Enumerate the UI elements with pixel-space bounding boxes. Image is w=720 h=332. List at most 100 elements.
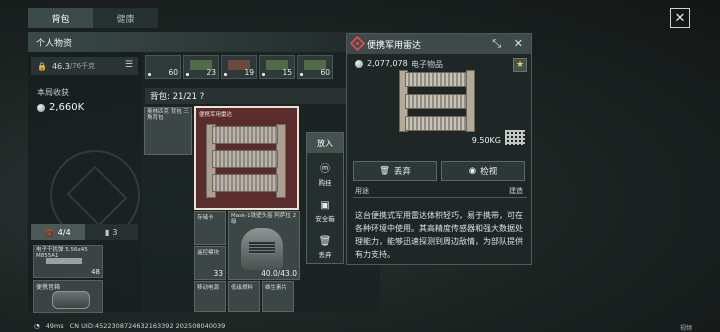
ammo-slot-row: 60 23 19 15 60 bbox=[145, 55, 333, 79]
close-icon[interactable]: ✕ bbox=[514, 37, 523, 50]
action-discard-label: 丢弃 bbox=[318, 250, 332, 259]
status-bar: ◔ 49ms CN UID:4522308724632163392 202508… bbox=[34, 322, 225, 330]
income-amount: 2,660K bbox=[49, 102, 85, 113]
ammo-slot-count: 23 bbox=[206, 68, 216, 77]
ammo-slot[interactable]: 19 bbox=[221, 55, 257, 79]
wifi-icon: ◔ bbox=[34, 322, 40, 330]
equip-slot-speaker-label: 便携音箱 bbox=[36, 284, 61, 291]
hang-icon: ⓜ bbox=[320, 163, 330, 175]
detail-description: 这台便携式军用雷达体积轻巧，易于携带，可在各种环境中使用。其高精度传感器和强大数… bbox=[355, 211, 523, 259]
helmet-visor bbox=[249, 242, 275, 254]
item-fuel[interactable]: 低级燃料 bbox=[228, 281, 260, 312]
collapse-icon[interactable]: ⤡ bbox=[492, 37, 501, 51]
favorite-star-icon[interactable]: ★ bbox=[513, 58, 527, 72]
action-safebox-label: 安全箱 bbox=[315, 214, 335, 223]
ping-value: 49ms bbox=[45, 322, 64, 330]
backpack-title: 背包: 21/21 ? bbox=[145, 88, 377, 104]
usage-label: 用途 bbox=[355, 187, 369, 195]
equip-slot-speaker[interactable]: 便携音箱 bbox=[33, 280, 103, 313]
item-helmet[interactable]: Mask-1铁壁头盔 阿萨拉 2级 40.0/43.0 bbox=[228, 211, 300, 280]
item-remote-module-count: 33 bbox=[213, 269, 223, 278]
slot-dot bbox=[148, 73, 151, 76]
inspect-button[interactable]: ◉ 检视 bbox=[441, 161, 525, 181]
item-vitamins[interactable]: 维生素片 bbox=[262, 281, 294, 312]
detail-header: 便携军用雷达 ⤡ ✕ bbox=[347, 34, 531, 54]
inspect-button-label: 检视 bbox=[480, 167, 498, 177]
ammo-slot[interactable]: 60 bbox=[145, 55, 181, 79]
size-grid-icon bbox=[505, 130, 525, 145]
tab-backpack[interactable]: 背包 bbox=[28, 8, 93, 28]
item-detail-panel: 便携军用雷达 ⤡ ✕ 2,077,078 电子物品 ★ 9.50KG 🗑 丢弃 … bbox=[346, 33, 532, 265]
item-power-bank[interactable]: 移动电源 bbox=[194, 281, 226, 312]
uid-text: CN UID:4522308724632163392 202508040039 bbox=[69, 322, 226, 330]
ammo-slot[interactable]: 15 bbox=[259, 55, 295, 79]
detail-price: 2,077,078 bbox=[355, 59, 408, 68]
weight-row: 🔒 46.3/76千克 ☰ bbox=[31, 57, 138, 75]
detail-title: 便携军用雷达 bbox=[367, 40, 422, 51]
trash-icon: 🗑 bbox=[379, 166, 390, 176]
item-helmet-label: Mask-1铁壁头盔 阿萨拉 2级 bbox=[231, 213, 297, 225]
usage-value: 建造 bbox=[509, 187, 523, 195]
action-menu-header[interactable]: 放入 bbox=[307, 133, 343, 153]
detail-price-value: 2,077,078 bbox=[367, 59, 408, 68]
close-icon: ✕ bbox=[674, 10, 686, 26]
ammo-slot-count: 60 bbox=[320, 68, 330, 77]
personal-header: 个人物资 bbox=[28, 32, 380, 52]
radar-image bbox=[206, 122, 286, 200]
equip-tab-vest[interactable]: ▮ 3 bbox=[84, 224, 138, 240]
item-remote-module-label: 遥控模块 bbox=[197, 250, 220, 256]
item-power-bank-label: 移动电源 bbox=[197, 285, 220, 291]
equip-slot-ammo[interactable]: 电子干扰弹 5.56x45 M855A1 48 bbox=[33, 245, 103, 278]
ammo-slot-count: 19 bbox=[244, 68, 254, 77]
discard-button-label: 丢弃 bbox=[393, 167, 411, 177]
item-memory-card[interactable]: 存储卡 bbox=[194, 211, 226, 245]
coin-icon bbox=[355, 59, 363, 68]
detail-weight: 9.50KG bbox=[471, 136, 501, 145]
close-button[interactable]: ✕ bbox=[670, 8, 690, 28]
discard-button[interactable]: 🗑 丢弃 bbox=[353, 161, 437, 181]
weight-unit: /76千克 bbox=[69, 62, 96, 70]
item-memory-card-label: 存储卡 bbox=[197, 215, 214, 221]
coin-icon bbox=[37, 103, 45, 112]
briefcase-icon: 💼 bbox=[44, 227, 55, 237]
ammo-slot[interactable]: 23 bbox=[183, 55, 219, 79]
rarity-diamond-icon bbox=[349, 35, 366, 52]
item-portable-radar-label: 便携军用雷达 bbox=[199, 112, 233, 118]
slot-dot bbox=[262, 73, 265, 76]
item-backpack-label: 奥林匹克 背包 三角背包 bbox=[147, 109, 189, 121]
slot-dot bbox=[300, 73, 303, 76]
tab-health[interactable]: 健康 bbox=[93, 8, 158, 28]
action-hang-label: 购挂 bbox=[318, 178, 332, 187]
ammo-slot-count: 60 bbox=[168, 68, 178, 77]
trash-icon: 🗑 bbox=[318, 235, 332, 247]
corner-label: 视频 bbox=[679, 325, 692, 332]
income-label: 本局收获 bbox=[37, 88, 69, 97]
action-menu: 放入 ⓜ 购挂 ▣ 安全箱 🗑 丢弃 bbox=[306, 132, 344, 264]
vest-icon: ▮ bbox=[105, 227, 110, 237]
list-icon[interactable]: ☰ bbox=[125, 60, 133, 70]
safebox-icon: ▣ bbox=[320, 199, 330, 211]
equip-tab-bag-count: 4/4 bbox=[57, 227, 71, 237]
weight-value: 46.3 bbox=[51, 61, 70, 71]
ammo-slot[interactable]: 60 bbox=[297, 55, 333, 79]
item-backpack[interactable]: 奥林匹克 背包 三角背包 bbox=[144, 107, 192, 155]
income-value: 2,660K bbox=[37, 102, 84, 113]
divider bbox=[353, 197, 527, 198]
speaker-image bbox=[52, 291, 90, 309]
equip-tab-bag[interactable]: 💼 4/4 bbox=[31, 224, 85, 240]
ammo-slot-count: 15 bbox=[282, 68, 292, 77]
slot-dot bbox=[186, 73, 189, 76]
item-vitamins-label: 维生素片 bbox=[265, 285, 288, 291]
slot-dot bbox=[224, 73, 227, 76]
action-hang[interactable]: ⓜ 购挂 bbox=[307, 157, 343, 189]
top-tabs: 背包 健康 bbox=[28, 8, 158, 28]
action-safebox[interactable]: ▣ 安全箱 bbox=[307, 195, 343, 227]
eye-icon: ◉ bbox=[468, 166, 477, 176]
item-helmet-durability: 40.0/43.0 bbox=[261, 269, 297, 278]
weight-lock-icon: 🔒 bbox=[37, 61, 47, 71]
action-discard[interactable]: 🗑 丢弃 bbox=[307, 231, 343, 263]
item-fuel-label: 低级燃料 bbox=[231, 285, 254, 291]
item-remote-module[interactable]: 遥控模块 33 bbox=[194, 246, 226, 280]
equipment-tabs: 💼 4/4 ▮ 3 bbox=[31, 224, 138, 240]
item-portable-radar[interactable]: 便携军用雷达 bbox=[194, 106, 299, 210]
